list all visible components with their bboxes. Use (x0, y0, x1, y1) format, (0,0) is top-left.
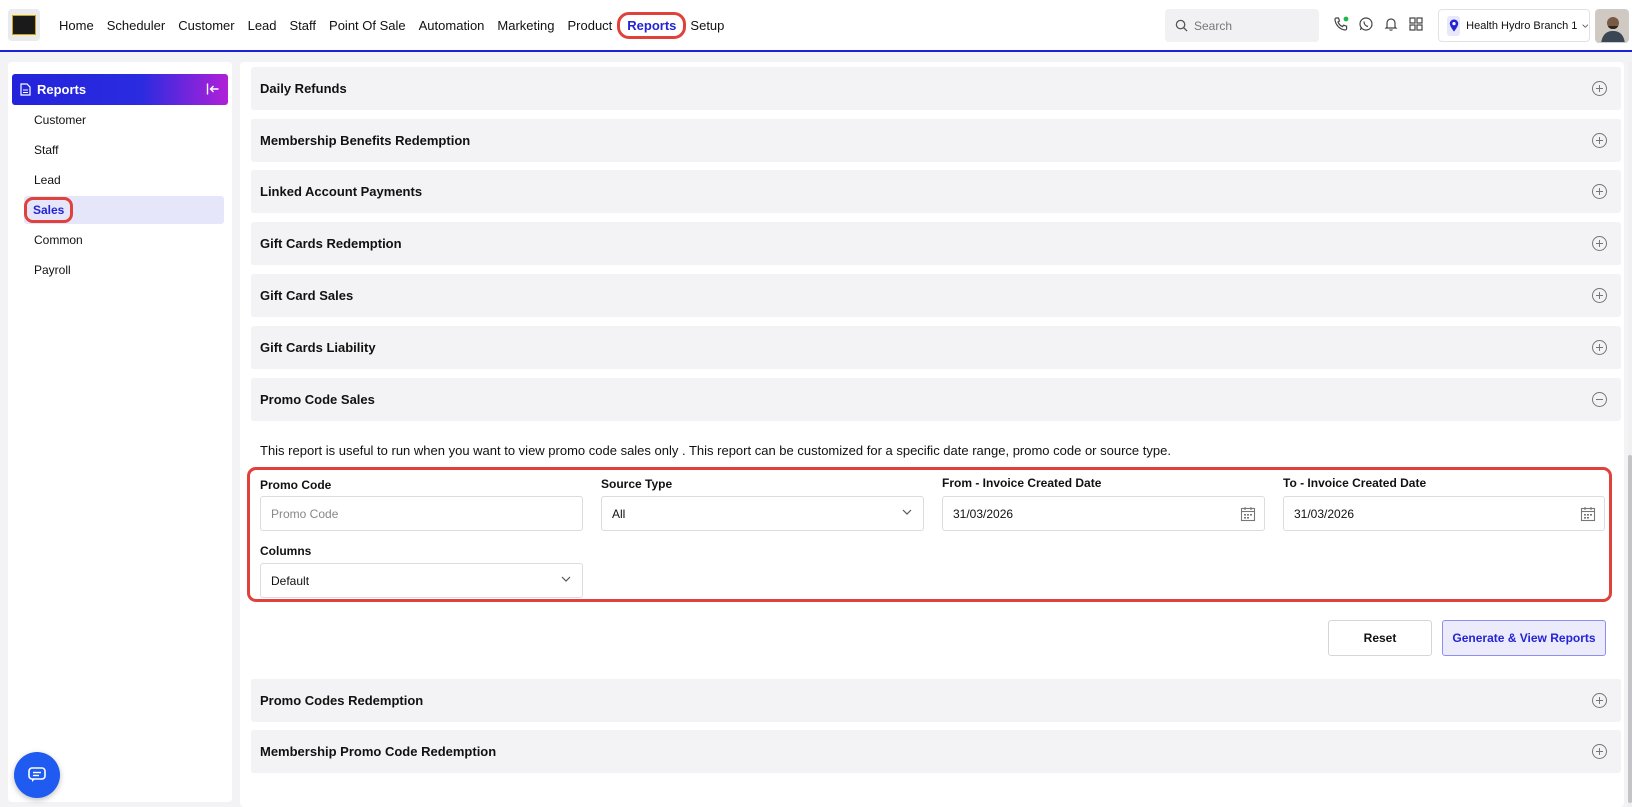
calendar-icon[interactable] (1240, 506, 1256, 522)
nav-setup[interactable]: Setup (690, 18, 724, 33)
whatsapp-icon[interactable] (1358, 15, 1374, 33)
chat-icon (28, 767, 46, 782)
reports-sidebar: Reports Customer Staff Lead Sales Common… (8, 62, 232, 802)
expand-plus-icon[interactable] (1592, 340, 1607, 355)
source-type-label: Source Type (601, 477, 673, 491)
columns-value: Default (271, 573, 310, 588)
sidebar-title: Reports (37, 82, 87, 97)
location-pin-icon (1447, 15, 1461, 36)
sidebar-item-sales[interactable]: Sales (24, 196, 224, 224)
section-membership-benefits-redemption[interactable]: Membership Benefits Redemption (251, 119, 1621, 162)
logo-mark (12, 15, 36, 35)
nav-automation[interactable]: Automation (419, 18, 485, 33)
promo-code-input[interactable]: Promo Code (260, 496, 583, 531)
expand-plus-icon[interactable] (1592, 236, 1607, 251)
to-date-input[interactable]: 31/03/2026 (1283, 496, 1605, 531)
section-title: Gift Card Sales (260, 288, 354, 303)
search-input[interactable]: Search (1165, 9, 1319, 42)
expand-plus-icon[interactable] (1592, 81, 1607, 96)
nav-product[interactable]: Product (567, 18, 612, 33)
columns-select[interactable]: Default (260, 563, 583, 598)
from-date-input[interactable]: 31/03/2026 (942, 496, 1265, 531)
section-linked-account-payments[interactable]: Linked Account Payments (251, 170, 1621, 213)
expand-plus-icon[interactable] (1592, 184, 1607, 199)
section-promo-code-sales[interactable]: Promo Code Sales (251, 378, 1621, 421)
nav-home[interactable]: Home (59, 18, 94, 33)
from-date-value: 31/03/2026 (953, 506, 1014, 521)
section-title: Gift Cards Liability (260, 340, 376, 355)
source-type-select[interactable]: All (601, 496, 924, 531)
from-date-label: From - Invoice Created Date (942, 476, 1102, 490)
section-promo-codes-redemption[interactable]: Promo Codes Redemption (251, 679, 1621, 722)
nav-customer[interactable]: Customer (178, 18, 234, 33)
collapse-minus-icon[interactable] (1592, 392, 1607, 407)
sidebar-item-payroll[interactable]: Payroll (25, 256, 225, 284)
bell-icon[interactable] (1383, 15, 1399, 33)
generate-view-reports-button[interactable]: Generate & View Reports (1442, 620, 1606, 656)
app-logo[interactable] (8, 9, 40, 41)
chevron-down-icon (1582, 23, 1589, 28)
sidebar-header: Reports (12, 74, 228, 105)
section-gift-card-sales[interactable]: Gift Card Sales (251, 274, 1621, 317)
scrollbar-thumb[interactable] (1628, 455, 1632, 803)
nav-marketing[interactable]: Marketing (497, 18, 554, 33)
chat-widget-button[interactable] (14, 752, 60, 798)
nav-staff[interactable]: Staff (290, 18, 317, 33)
section-title: Promo Codes Redemption (260, 693, 424, 708)
section-title: Linked Account Payments (260, 184, 423, 199)
nav-reports[interactable]: Reports (617, 11, 687, 39)
report-description: This report is useful to run when you wa… (260, 443, 1171, 458)
section-gift-cards-liability[interactable]: Gift Cards Liability (251, 326, 1621, 369)
section-title: Daily Refunds (260, 81, 347, 96)
to-date-value: 31/03/2026 (1294, 506, 1355, 521)
section-title: Promo Code Sales (260, 392, 375, 407)
branch-selector[interactable]: Health Hydro Branch 1 (1438, 9, 1590, 42)
expand-plus-icon[interactable] (1592, 288, 1607, 303)
sidebar-item-sales-label: Sales (24, 197, 74, 223)
section-title: Gift Cards Redemption (260, 236, 402, 251)
main-nav: Home Scheduler Customer Lead Staff Point… (59, 0, 737, 50)
sidebar-item-lead[interactable]: Lead (25, 166, 225, 194)
expand-plus-icon[interactable] (1592, 133, 1607, 148)
search-placeholder: Search (1194, 18, 1233, 33)
expand-plus-icon[interactable] (1592, 744, 1607, 759)
promo-code-label: Promo Code (260, 478, 332, 492)
phone-icon[interactable] (1333, 15, 1349, 33)
to-date-label: To - Invoice Created Date (1283, 476, 1427, 490)
calendar-icon[interactable] (1580, 506, 1596, 522)
sidebar-item-staff[interactable]: Staff (25, 136, 225, 164)
top-icons (1333, 15, 1433, 33)
top-navbar: Home Scheduler Customer Lead Staff Point… (0, 0, 1632, 52)
nav-scheduler[interactable]: Scheduler (107, 18, 166, 33)
sidebar-item-customer[interactable]: Customer (25, 106, 225, 134)
chevron-down-icon (902, 509, 912, 515)
chevron-down-icon (561, 576, 571, 582)
expand-plus-icon[interactable] (1592, 693, 1607, 708)
source-type-value: All (612, 506, 626, 521)
user-avatar[interactable] (1595, 9, 1629, 43)
section-title: Membership Promo Code Redemption (260, 744, 497, 759)
reset-button[interactable]: Reset (1328, 620, 1432, 656)
branch-name: Health Hydro Branch 1 (1466, 19, 1578, 32)
promo-code-placeholder: Promo Code (271, 506, 339, 521)
collapse-sidebar-icon[interactable] (206, 82, 220, 99)
section-membership-promo-code-redemption[interactable]: Membership Promo Code Redemption (251, 730, 1621, 773)
columns-label: Columns (260, 544, 312, 558)
nav-point-of-sale[interactable]: Point Of Sale (329, 18, 406, 33)
section-title: Membership Benefits Redemption (260, 133, 471, 148)
nav-lead[interactable]: Lead (248, 18, 277, 33)
section-gift-cards-redemption[interactable]: Gift Cards Redemption (251, 222, 1621, 265)
apps-grid-icon[interactable] (1408, 15, 1424, 33)
report-file-icon (20, 83, 31, 96)
section-daily-refunds[interactable]: Daily Refunds (251, 67, 1621, 110)
search-icon (1175, 19, 1188, 32)
sidebar-item-common[interactable]: Common (25, 226, 225, 254)
